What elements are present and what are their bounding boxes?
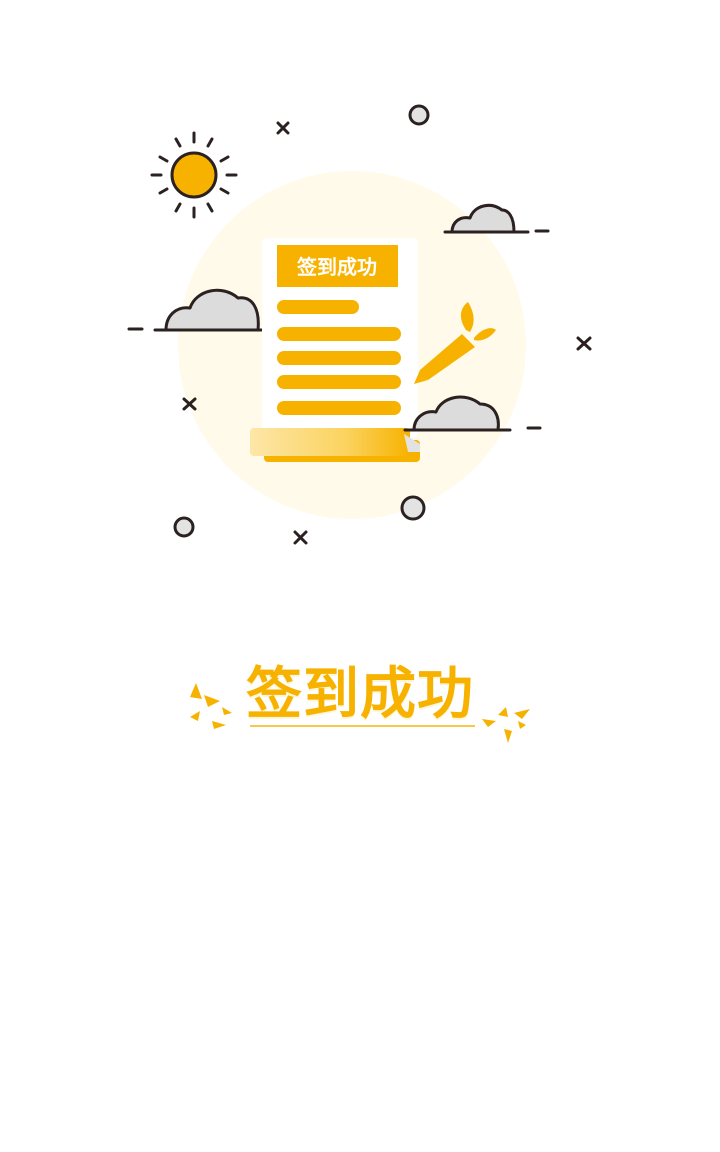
cross-mark-icon: [576, 336, 592, 351]
card-line: [277, 300, 359, 314]
card-line: [277, 375, 401, 389]
result-title: 签到成功: [246, 662, 474, 727]
card-line: [277, 327, 401, 341]
ring-dot-icon: [408, 104, 430, 126]
title-underline: [250, 725, 475, 727]
sign-in-success-illustration: 签到成功: [127, 104, 592, 545]
result-title-area: 签到成功: [0, 655, 720, 755]
cross-mark-icon: [276, 121, 290, 135]
card-line: [277, 401, 401, 415]
sun-icon: [150, 131, 238, 219]
ring-dot-icon: [173, 516, 195, 538]
scroll-roll: [250, 428, 420, 462]
cross-mark-icon: [293, 530, 308, 545]
ring-dot-icon: [400, 495, 426, 521]
card-line: [277, 351, 401, 365]
document-card: 签到成功: [262, 238, 418, 438]
sparkle-icon: [482, 707, 530, 743]
card-header-label: 签到成功: [296, 255, 377, 279]
